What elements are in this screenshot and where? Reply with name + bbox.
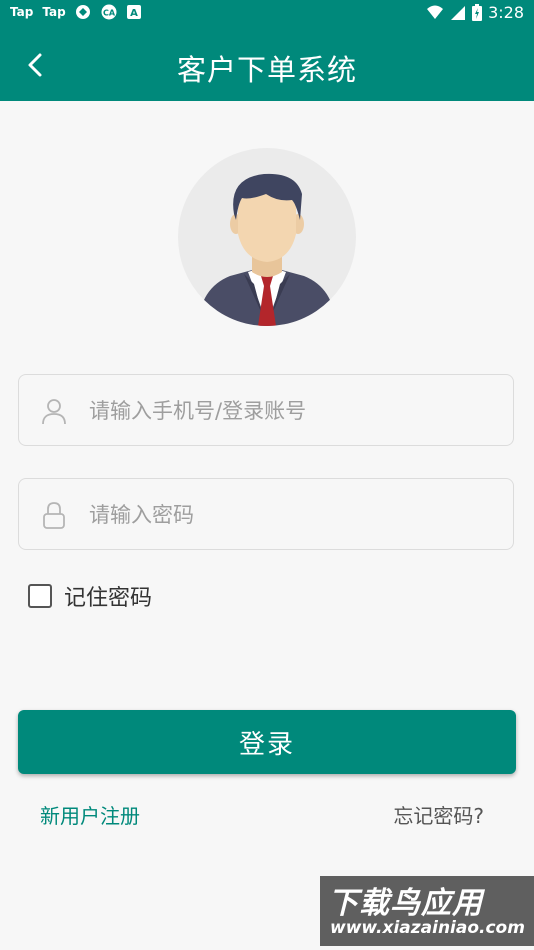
user-avatar-illustration [198,173,336,326]
cat-icon: CA [100,4,118,20]
status-bar: Tap Tap CA A 3:28 [0,0,534,28]
status-bar-right: 3:28 [426,3,524,22]
remember-password-toggle[interactable]: 记住密码 [28,580,152,612]
password-field [18,478,514,551]
forgot-password-link[interactable]: 忘记密码? [393,800,484,829]
register-link[interactable]: 新用户注册 [40,800,140,829]
page-title: 客户下单系统 [176,53,357,87]
password-input[interactable] [87,479,501,551]
battery-icon [472,4,483,21]
watermark-title: 下载鸟应用 [328,886,483,921]
tap-label-1: Tap [10,5,34,19]
app-bar: 客户下单系统 [0,28,534,101]
watermark-url: www.xiazainiao.com [330,918,525,938]
watermark: 下载鸟应用 www.xiazainiao.com [320,876,534,946]
avatar [178,148,356,326]
svg-text:CA: CA [103,9,116,18]
login-button[interactable]: 登录 [18,710,516,774]
account-field [18,374,514,447]
wifi-icon [426,5,444,21]
user-icon [42,399,66,425]
a-icon: A [126,5,141,19]
svg-text:A: A [130,8,138,19]
signal-icon [450,5,466,21]
status-bar-left: Tap Tap CA A [10,4,141,20]
lock-icon [43,502,65,529]
remember-password-checkbox[interactable] [28,584,52,608]
app-icon-1 [75,4,91,20]
tap-label-2: Tap [42,5,66,19]
remember-password-label: 记住密码 [64,586,153,611]
account-input[interactable] [87,375,501,447]
clock: 3:28 [488,3,524,22]
